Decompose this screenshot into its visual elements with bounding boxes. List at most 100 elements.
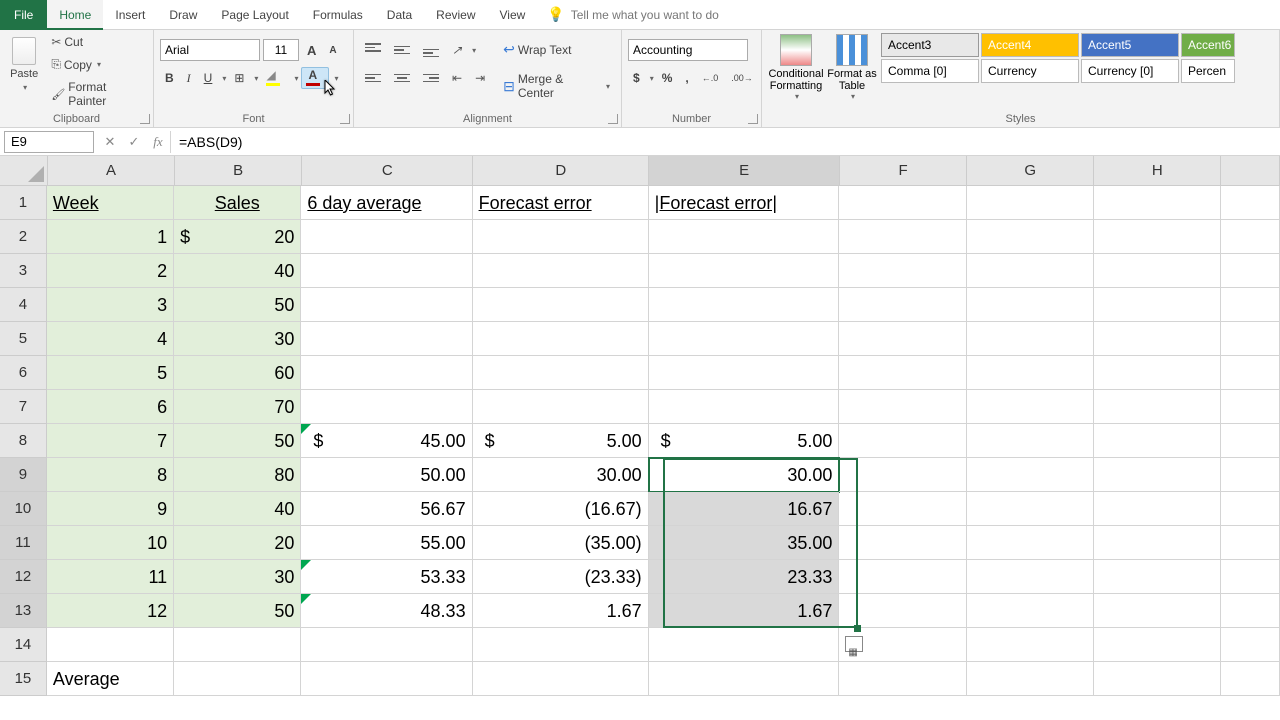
cell-styles-gallery[interactable]: Accent3 Accent4 Accent5 Accent6 Comma [0… [880, 32, 1236, 110]
cell-H6[interactable] [1094, 356, 1221, 390]
cell-E2[interactable] [649, 220, 840, 254]
style-comma0[interactable]: Comma [0] [881, 59, 979, 83]
row-header-2[interactable]: 2 [0, 220, 47, 254]
cell-G6[interactable] [967, 356, 1094, 390]
row-header-5[interactable]: 5 [0, 322, 47, 356]
col-header-B[interactable]: B [175, 156, 302, 186]
cell-I9[interactable] [1221, 458, 1280, 492]
cell-D7[interactable] [473, 390, 649, 424]
row-header-4[interactable]: 4 [0, 288, 47, 322]
cell-E9[interactable]: 30.00 [649, 458, 840, 492]
cell-H9[interactable] [1094, 458, 1221, 492]
cell-A14[interactable] [47, 628, 174, 662]
row-header-6[interactable]: 6 [0, 356, 47, 390]
row-header-11[interactable]: 11 [0, 526, 47, 560]
cell-C4[interactable] [301, 288, 472, 322]
number-format-select[interactable] [628, 39, 748, 61]
tab-draw[interactable]: Draw [157, 0, 209, 30]
cell-I13[interactable] [1221, 594, 1280, 628]
cell-G14[interactable] [967, 628, 1094, 662]
cell-C11[interactable]: 55.00 [301, 526, 472, 560]
style-accent4[interactable]: Accent4 [981, 33, 1079, 57]
cell-H14[interactable] [1094, 628, 1221, 662]
cell-E4[interactable] [649, 288, 840, 322]
cell-H4[interactable] [1094, 288, 1221, 322]
cell-E1[interactable]: |Forecast error| [649, 186, 840, 220]
col-header-A[interactable]: A [48, 156, 175, 186]
increase-indent-button[interactable] [470, 68, 490, 88]
row-header-1[interactable]: 1 [0, 186, 47, 220]
row-header-3[interactable]: 3 [0, 254, 47, 288]
cell-D5[interactable] [473, 322, 649, 356]
conditional-formatting-button[interactable]: Conditional Formatting ▾ [768, 32, 824, 110]
cell-B5[interactable]: 30 [174, 322, 301, 356]
cell-E5[interactable] [649, 322, 840, 356]
align-middle-button[interactable] [389, 40, 415, 60]
borders-button[interactable] [229, 68, 249, 88]
chevron-down-icon[interactable]: ▾ [222, 74, 226, 83]
cell-A8[interactable]: 7 [47, 424, 174, 458]
cell-A2[interactable]: 1 [47, 220, 174, 254]
style-accent6[interactable]: Accent6 [1181, 33, 1235, 57]
cell-F4[interactable] [839, 288, 966, 322]
align-bottom-button[interactable] [418, 40, 444, 60]
cell-B13[interactable]: 50 [174, 594, 301, 628]
cell-C3[interactable] [301, 254, 472, 288]
formula-enter-button[interactable] [122, 134, 146, 150]
cell-C15[interactable] [301, 662, 472, 696]
cut-button[interactable]: Cut [46, 32, 147, 52]
cell-G12[interactable] [967, 560, 1094, 594]
cell-I3[interactable] [1221, 254, 1280, 288]
cell-I2[interactable] [1221, 220, 1280, 254]
cell-D12[interactable]: (23.33) [473, 560, 649, 594]
cell-H7[interactable] [1094, 390, 1221, 424]
cell-I1[interactable] [1221, 186, 1280, 220]
cell-C7[interactable] [301, 390, 472, 424]
cell-A6[interactable]: 5 [47, 356, 174, 390]
cell-B1[interactable]: Sales [174, 186, 301, 220]
cell-E11[interactable]: 35.00 [649, 526, 840, 560]
cell-I15[interactable] [1221, 662, 1280, 696]
cell-F1[interactable] [839, 186, 966, 220]
row-header-12[interactable]: 12 [0, 560, 47, 594]
cell-E3[interactable] [649, 254, 840, 288]
cell-G8[interactable] [967, 424, 1094, 458]
font-color-button[interactable] [301, 67, 329, 89]
row-header-8[interactable]: 8 [0, 424, 47, 458]
cell-A10[interactable]: 9 [47, 492, 174, 526]
cell-C9[interactable]: 50.00 [301, 458, 472, 492]
cell-B9[interactable]: 80 [174, 458, 301, 492]
cell-D11[interactable]: (35.00) [473, 526, 649, 560]
cell-F5[interactable] [839, 322, 966, 356]
style-accent5[interactable]: Accent5 [1081, 33, 1179, 57]
row-header-15[interactable]: 15 [0, 662, 47, 696]
cell-H3[interactable] [1094, 254, 1221, 288]
cell-A12[interactable]: 11 [47, 560, 174, 594]
cell-H10[interactable] [1094, 492, 1221, 526]
cell-A11[interactable]: 10 [47, 526, 174, 560]
row-header-9[interactable]: 9 [0, 458, 47, 492]
cell-I8[interactable] [1221, 424, 1280, 458]
tab-file[interactable]: File [0, 0, 47, 30]
increase-font-button[interactable]: A [302, 40, 321, 61]
cell-F10[interactable] [839, 492, 966, 526]
font-name-select[interactable] [160, 39, 260, 61]
style-currency0[interactable]: Currency [0] [1081, 59, 1179, 83]
tab-view[interactable]: View [488, 0, 538, 30]
col-header-D[interactable]: D [473, 156, 649, 186]
cell-A7[interactable]: 6 [47, 390, 174, 424]
merge-center-button[interactable]: Merge & Center▾ [498, 69, 615, 103]
cell-C2[interactable] [301, 220, 472, 254]
cell-G15[interactable] [967, 662, 1094, 696]
italic-button[interactable]: I [182, 68, 196, 89]
align-left-button[interactable] [360, 68, 386, 88]
cell-H15[interactable] [1094, 662, 1221, 696]
cell-F14[interactable] [839, 628, 966, 662]
cell-I7[interactable] [1221, 390, 1280, 424]
cell-A13[interactable]: 12 [47, 594, 174, 628]
alignment-dialog-launcher[interactable] [608, 114, 618, 124]
copy-button[interactable]: Copy▾ [46, 54, 147, 75]
align-top-button[interactable] [360, 40, 386, 60]
cell-D1[interactable]: Forecast error [473, 186, 649, 220]
cell-I6[interactable] [1221, 356, 1280, 390]
